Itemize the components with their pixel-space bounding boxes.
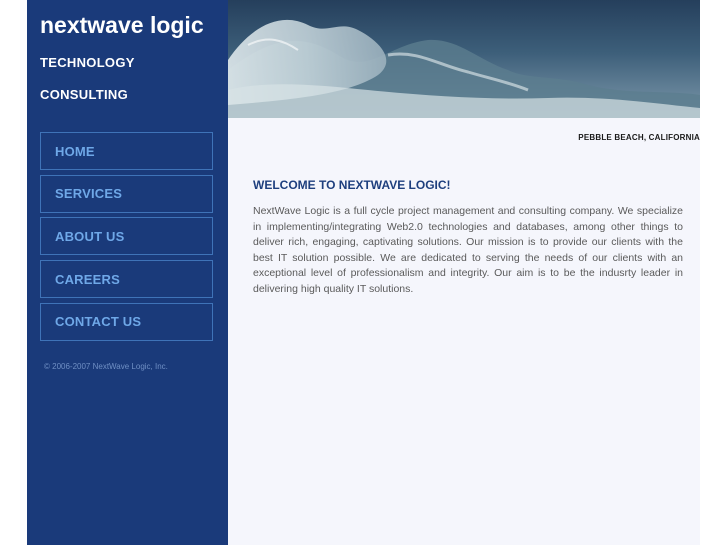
nav-item-services[interactable]: SERVICES bbox=[40, 174, 213, 213]
welcome-paragraph: NextWave Logic is a full cycle project m… bbox=[253, 205, 683, 295]
copyright-text: © 2006-2007 NextWave Logic, Inc. bbox=[44, 362, 168, 371]
wave-image bbox=[228, 0, 700, 118]
right-margin bbox=[700, 0, 727, 545]
brand-tagline-consulting: CONSULTING bbox=[40, 87, 128, 102]
nav-item-about-us[interactable]: ABOUT US bbox=[40, 217, 213, 256]
nav-item-home[interactable]: HOME bbox=[40, 132, 213, 170]
main-nav: HOME SERVICES ABOUT US CAREERS CONTACT U… bbox=[40, 132, 213, 345]
page: nextwave logic TECHNOLOGY CONSULTING HOM… bbox=[0, 0, 727, 545]
brand-tagline-technology: TECHNOLOGY bbox=[40, 55, 135, 70]
welcome-heading: WELCOME TO NEXTWAVE LOGIC! bbox=[253, 178, 451, 192]
main-content: PEBBLE BEACH, CALIFORNIA WELCOME TO NEXT… bbox=[228, 118, 700, 545]
brand-title[interactable]: nextwave logic bbox=[40, 12, 204, 39]
nav-item-contact-us[interactable]: CONTACT US bbox=[40, 302, 213, 341]
location-caption: PEBBLE BEACH, CALIFORNIA bbox=[578, 133, 700, 142]
ocean-wave-banner bbox=[228, 0, 700, 118]
sidebar: nextwave logic TECHNOLOGY CONSULTING HOM… bbox=[27, 0, 228, 545]
nav-item-careers[interactable]: CAREERS bbox=[40, 260, 213, 299]
